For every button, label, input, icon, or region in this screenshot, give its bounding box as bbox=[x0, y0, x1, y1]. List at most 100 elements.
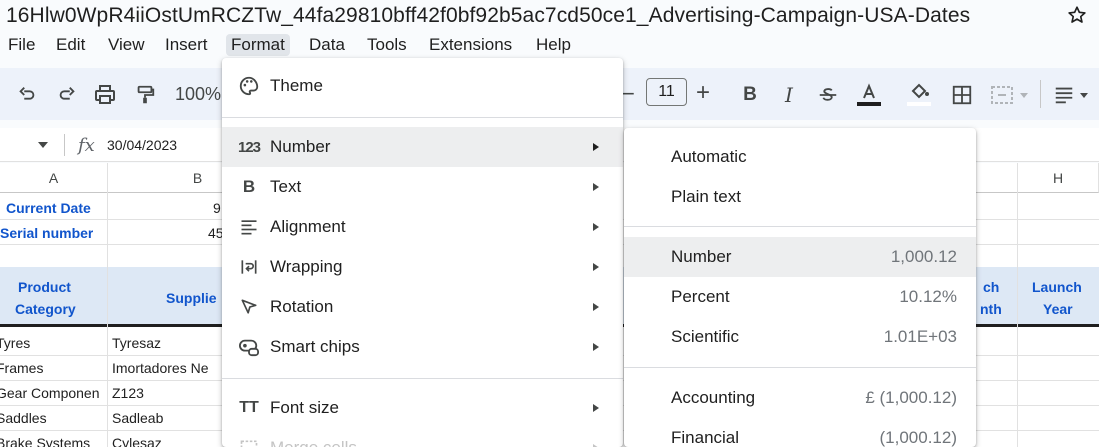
increase-font-size-button[interactable]: + bbox=[696, 79, 710, 107]
format-menu-label: Text bbox=[270, 177, 302, 196]
fill-color-icon[interactable] bbox=[906, 82, 932, 108]
table-cell[interactable]: Imortadores Ne bbox=[112, 360, 222, 376]
format-menu-rotation[interactable]: Rotation bbox=[222, 287, 623, 327]
format-menu-wrapping[interactable]: Wrapping bbox=[222, 247, 623, 287]
number-format-automatic[interactable]: Automatic bbox=[624, 137, 976, 177]
align-dropdown-icon[interactable] bbox=[1076, 82, 1092, 108]
table-cell[interactable]: Brake Systems bbox=[0, 435, 90, 447]
menu-extensions[interactable]: Extensions bbox=[424, 34, 517, 56]
submenu-arrow-icon bbox=[593, 343, 599, 351]
column-header-g[interactable] bbox=[976, 163, 1018, 193]
menu-separator bbox=[624, 226, 976, 227]
header-launch-year-line2[interactable]: Year bbox=[1043, 301, 1073, 317]
merge-cells-icon[interactable] bbox=[989, 82, 1015, 108]
paint-format-icon[interactable] bbox=[132, 82, 158, 108]
number-format-label: Plain text bbox=[671, 187, 741, 206]
header-launch-month-line2[interactable]: nth bbox=[980, 301, 1002, 317]
strikethrough-icon[interactable] bbox=[815, 82, 841, 108]
cell-current-date-value[interactable]: 9 bbox=[213, 200, 221, 216]
number-format-sample: 1,000.12 bbox=[890, 247, 957, 266]
menu-bar: File Edit View Insert Format Data Tools … bbox=[0, 32, 700, 58]
smart-chip-icon bbox=[238, 336, 260, 358]
table-cell[interactable]: Sadleab bbox=[112, 410, 163, 426]
format-menu-label: Wrapping bbox=[270, 257, 343, 276]
cell-current-date-label[interactable]: Current Date bbox=[6, 200, 91, 216]
print-icon[interactable] bbox=[92, 82, 118, 108]
format-menu-theme[interactable]: Theme bbox=[222, 66, 623, 106]
format-menu-label: Rotation bbox=[270, 297, 334, 316]
format-menu-merge-cells[interactable]: Merge cells bbox=[222, 428, 623, 447]
number-format-accounting[interactable]: Accounting £ (1,000.12) bbox=[624, 378, 976, 418]
format-menu-font-size[interactable]: TT Font size bbox=[222, 388, 623, 428]
column-header-a[interactable]: A bbox=[0, 163, 108, 193]
title-bar: 16Hlw0WpR4iiOstUmRCZTw_44fa29810bff42f0b… bbox=[0, 0, 1099, 32]
font-size-icon: TT bbox=[239, 399, 259, 416]
table-cell[interactable]: Frames bbox=[0, 360, 43, 376]
column-header-h[interactable]: H bbox=[1018, 163, 1099, 193]
menu-help[interactable]: Help bbox=[531, 34, 576, 56]
number-format-financial[interactable]: Financial (1,000.12) bbox=[624, 418, 976, 447]
horizontal-align-icon[interactable] bbox=[1051, 82, 1077, 108]
table-cell[interactable]: Gear Componen bbox=[0, 385, 108, 401]
table-cell[interactable]: Cylesaz bbox=[112, 435, 162, 447]
redo-icon[interactable] bbox=[54, 82, 80, 108]
table-cell[interactable]: Z123 bbox=[112, 385, 144, 401]
menu-view[interactable]: View bbox=[103, 34, 150, 56]
table-cell[interactable]: Saddles bbox=[0, 410, 47, 426]
number-format-label: Accounting bbox=[671, 388, 756, 407]
name-box-dropdown-icon[interactable] bbox=[38, 142, 48, 148]
menu-format[interactable]: Format bbox=[226, 34, 290, 56]
header-supplier[interactable]: Supplie bbox=[166, 290, 217, 306]
cell-serial-label[interactable]: Serial number bbox=[0, 225, 93, 241]
star-icon[interactable] bbox=[1066, 4, 1088, 26]
rotation-icon bbox=[238, 296, 260, 318]
toolbar-divider bbox=[1040, 80, 1041, 108]
number-format-scientific[interactable]: Scientific 1.01E+03 bbox=[624, 317, 976, 357]
table-cell[interactable]: Tyresaz bbox=[112, 335, 161, 351]
menu-data[interactable]: Data bbox=[304, 34, 350, 56]
undo-icon[interactable] bbox=[14, 82, 40, 108]
header-product-line1[interactable]: Product bbox=[18, 279, 71, 295]
format-menu-label: Alignment bbox=[270, 217, 346, 236]
italic-icon[interactable]: I bbox=[776, 82, 802, 108]
number-format-plain-text[interactable]: Plain text bbox=[624, 177, 976, 217]
font-size-input[interactable]: 11 bbox=[646, 78, 687, 106]
number-format-label: Scientific bbox=[671, 327, 740, 346]
number-format-percent[interactable]: Percent 10.12% bbox=[624, 277, 976, 317]
number-format-label: Automatic bbox=[671, 147, 747, 166]
submenu-arrow-icon bbox=[593, 143, 599, 151]
menu-file[interactable]: File bbox=[3, 34, 40, 56]
text-color-icon[interactable] bbox=[856, 82, 882, 108]
format-menu-label: Number bbox=[270, 137, 331, 156]
borders-icon[interactable] bbox=[949, 82, 975, 108]
submenu-arrow-icon bbox=[593, 404, 599, 412]
menu-insert[interactable]: Insert bbox=[160, 34, 213, 56]
format-menu-alignment[interactable]: Alignment bbox=[222, 207, 623, 247]
submenu-arrow-icon bbox=[593, 303, 599, 311]
header-launch-month-line1[interactable]: ch bbox=[983, 279, 999, 295]
bold-icon: B bbox=[242, 177, 256, 196]
format-menu-label: Smart chips bbox=[270, 337, 360, 356]
format-menu-label: Theme bbox=[270, 76, 323, 95]
format-menu-smart-chips[interactable]: Smart chips bbox=[222, 327, 623, 367]
zoom-select[interactable]: 100% bbox=[175, 84, 221, 105]
merge-dropdown-icon[interactable] bbox=[1016, 82, 1032, 108]
format-menu-number[interactable]: 123 Number bbox=[222, 127, 623, 167]
merge-icon bbox=[238, 437, 260, 447]
decrease-font-size-button[interactable]: − bbox=[622, 81, 635, 107]
submenu-arrow-icon bbox=[593, 223, 599, 231]
number-format-number[interactable]: Number 1,000.12 bbox=[624, 237, 976, 277]
menu-separator bbox=[624, 367, 976, 368]
menu-edit[interactable]: Edit bbox=[51, 34, 90, 56]
header-product-line2[interactable]: Category bbox=[15, 301, 76, 317]
header-launch-year-line1[interactable]: Launch bbox=[1032, 279, 1082, 295]
number-format-label: Number bbox=[671, 247, 732, 266]
document-title[interactable]: 16Hlw0WpR4iiOstUmRCZTw_44fa29810bff42f0b… bbox=[6, 4, 970, 28]
menu-separator bbox=[222, 117, 623, 118]
format-menu-text[interactable]: B Text bbox=[222, 167, 623, 207]
number-format-label: Financial bbox=[671, 428, 740, 447]
menu-tools[interactable]: Tools bbox=[362, 34, 412, 56]
bold-icon[interactable]: B bbox=[737, 82, 763, 108]
formula-input[interactable]: 30/04/2023 bbox=[107, 137, 177, 153]
table-cell[interactable]: Tyres bbox=[0, 335, 30, 351]
